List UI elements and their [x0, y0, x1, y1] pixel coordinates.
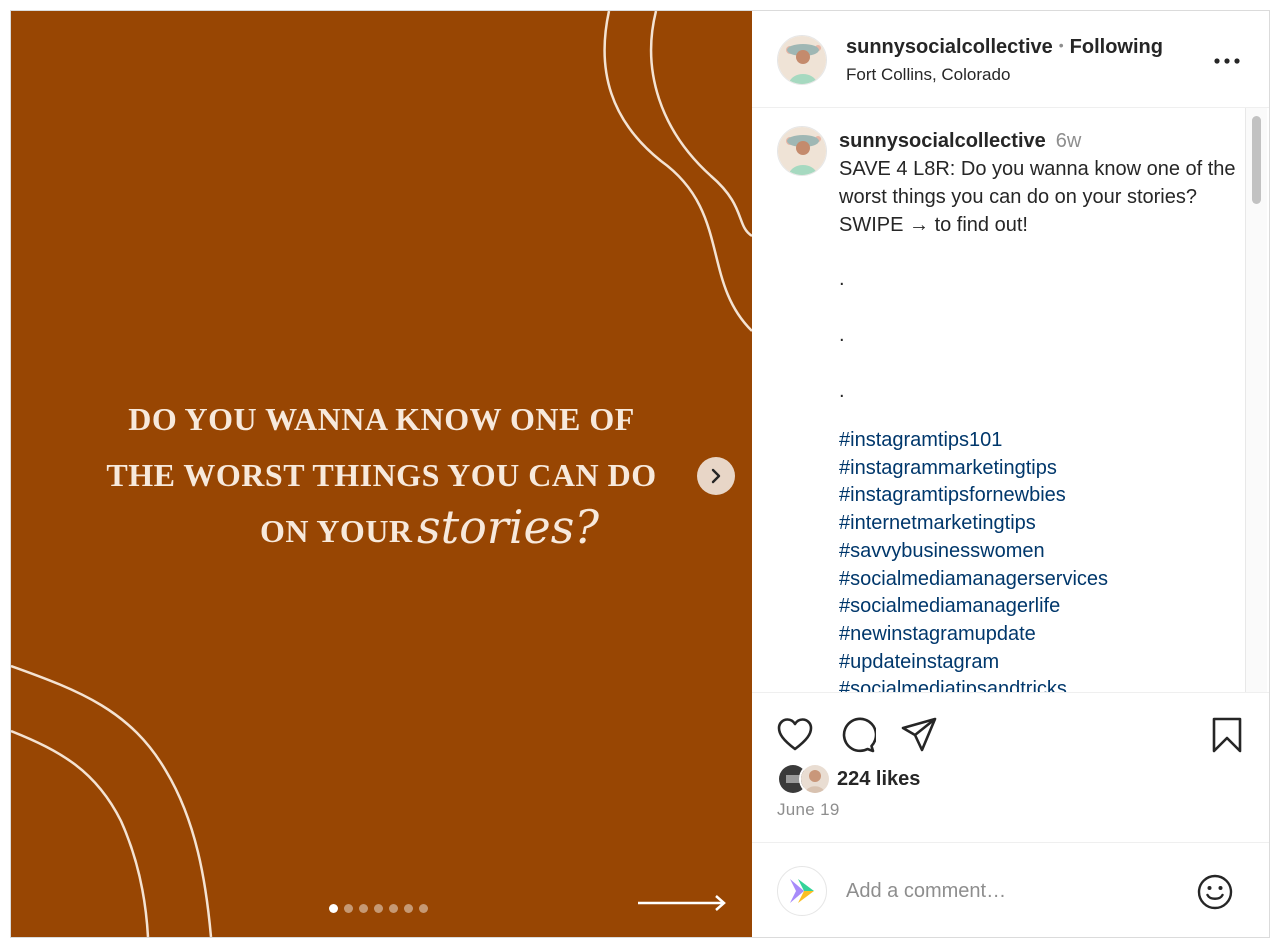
script-word-stories: stories?: [417, 500, 599, 554]
caption-time[interactable]: 6w: [1056, 130, 1082, 152]
slide-dot: [419, 904, 428, 913]
slide-indicator: [329, 904, 428, 913]
caption-dot: .: [839, 268, 845, 290]
following-button[interactable]: Following: [1070, 36, 1163, 58]
headline-line-1: DO YOU WANNA KNOW ONE OF: [128, 401, 635, 437]
brand-logo-icon: [790, 879, 814, 903]
hashtag-link[interactable]: #updateinstagram: [839, 649, 1239, 677]
liker-avatar-image: [801, 765, 829, 793]
headline-line-3-text: ON YOUR: [260, 513, 413, 549]
caption-avatar[interactable]: [777, 126, 827, 176]
share-icon[interactable]: [900, 716, 938, 754]
hashtag-link[interactable]: #instagramtips101: [839, 427, 1239, 455]
script-word-text: stories?: [417, 500, 599, 554]
caption-dot: .: [839, 380, 845, 402]
hashtag-link[interactable]: #instagrammarketingtips: [839, 455, 1239, 483]
slide-dot: [389, 904, 398, 913]
slide-dot: [404, 904, 413, 913]
slide-dot: [359, 904, 368, 913]
smiley-icon[interactable]: [1196, 873, 1234, 911]
post-actions: 224 likes June 19: [752, 692, 1269, 842]
hashtag-link[interactable]: #socialmediatipsandtricks: [839, 676, 1239, 692]
chevron-right-icon: [711, 468, 721, 484]
comments-scrollbar[interactable]: [1245, 108, 1267, 692]
post-date[interactable]: June 19: [777, 800, 840, 820]
caption: sunnysocialcollective 6w SAVE 4 L8R: Do y…: [839, 127, 1239, 692]
hashtag-link[interactable]: #internetmarketingtips: [839, 510, 1239, 538]
next-slide-button[interactable]: [697, 457, 735, 495]
more-options-icon[interactable]: [1212, 54, 1242, 68]
slide-dot: [344, 904, 353, 913]
caption-dots: . . .: [839, 263, 1239, 431]
hashtag-link[interactable]: #socialmediamanagerlife: [839, 593, 1239, 621]
scrollbar-thumb[interactable]: [1252, 116, 1261, 204]
hashtag-list: #instagramtips101 #instagrammarketingtip…: [839, 427, 1239, 692]
post-header: sunnysocialcollective • Following Fort Col…: [752, 11, 1269, 108]
post-author: sunnysocialcollective • Following: [846, 36, 1163, 59]
hashtag-link[interactable]: #instagramtipsfornewbies: [839, 482, 1239, 510]
comment-input[interactable]: [846, 873, 1176, 909]
account-avatar[interactable]: [777, 866, 827, 916]
bookmark-icon[interactable]: [1208, 716, 1246, 754]
avatar-image: [778, 36, 826, 84]
likes-row: 224 likes: [777, 763, 920, 795]
heart-icon[interactable]: [776, 716, 814, 754]
hashtag-link[interactable]: #savvybusinesswomen: [839, 538, 1239, 566]
post-dialog: DO YOU WANNA KNOW ONE OF THE WORST THING…: [10, 10, 1270, 938]
post-media[interactable]: DO YOU WANNA KNOW ONE OF THE WORST THING…: [11, 11, 752, 937]
comments-section[interactable]: sunnysocialcollective 6w SAVE 4 L8R: Do y…: [752, 108, 1269, 692]
slide-dot: [329, 904, 338, 913]
comment-composer: [752, 842, 1269, 937]
avatar-image: [778, 127, 826, 175]
post-location[interactable]: Fort Collins, Colorado: [846, 65, 1010, 85]
caption-dot: .: [839, 324, 845, 346]
caption-username[interactable]: sunnysocialcollective: [839, 130, 1046, 152]
avatar[interactable]: [777, 35, 827, 85]
post-side-panel: sunnysocialcollective • Following Fort Col…: [752, 11, 1269, 937]
author-username[interactable]: sunnysocialcollective: [846, 36, 1053, 58]
header-separator: •: [1058, 37, 1064, 53]
caption-text: SAVE 4 L8R: Do you wanna know one of the…: [839, 158, 1236, 236]
comment-icon[interactable]: [838, 716, 876, 754]
liker-avatar[interactable]: [799, 763, 831, 795]
hashtag-link[interactable]: #socialmediamanagerservices: [839, 566, 1239, 594]
likes-count[interactable]: 224 likes: [837, 768, 920, 791]
hashtag-link[interactable]: #newinstagramupdate: [839, 621, 1239, 649]
slide-dot: [374, 904, 383, 913]
swipe-arrow-icon: [638, 895, 726, 911]
